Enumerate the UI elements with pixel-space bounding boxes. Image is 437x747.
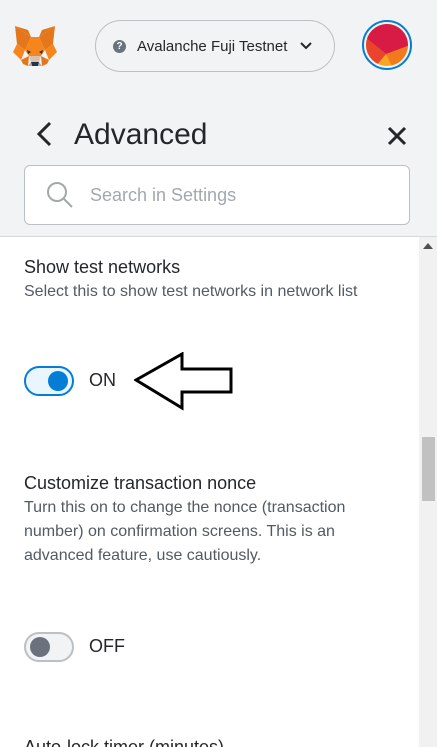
chevron-down-icon <box>299 41 313 51</box>
close-icon[interactable] <box>386 125 408 147</box>
scroll-up-arrow-icon[interactable] <box>419 237 437 255</box>
toggle-state-label: OFF <box>89 636 125 656</box>
network-icon: ? <box>113 39 126 53</box>
setting-title: Customize transaction nonce <box>24 473 257 493</box>
toggle-knob <box>30 637 50 657</box>
setting-title: Show test networks <box>24 257 181 277</box>
search-box <box>24 165 410 225</box>
network-selector[interactable]: ? Avalanche Fuji Testnet <box>95 20 335 72</box>
arrow-left-icon[interactable] <box>34 120 56 148</box>
setting-description: Turn this on to change the nonce (transa… <box>24 499 346 564</box>
network-name: Avalanche Fuji Testnet <box>137 37 288 55</box>
setting-title: Auto-lock timer (minutes) <box>24 737 225 747</box>
account-avatar[interactable] <box>362 20 412 70</box>
scrollbar[interactable] <box>419 237 437 747</box>
customize-nonce-toggle[interactable] <box>24 632 74 662</box>
top-bar: ? Avalanche Fuji Testnet <box>0 0 437 92</box>
page-title: Advanced <box>74 118 208 151</box>
scrollbar-thumb[interactable] <box>422 437 435 501</box>
setting-description: Select this to show test networks in net… <box>24 283 358 300</box>
search-input[interactable] <box>90 184 380 206</box>
toggle-knob <box>48 371 68 391</box>
toggle-state-label: ON <box>89 370 116 390</box>
settings-content: Show test networks Select this to show t… <box>0 237 419 747</box>
search-icon <box>45 180 75 210</box>
arrow-left-annotation-icon <box>133 351 234 414</box>
account-avatar-icon <box>366 24 408 66</box>
metamask-fox-icon[interactable] <box>13 26 57 68</box>
show-test-networks-toggle[interactable] <box>24 366 74 396</box>
